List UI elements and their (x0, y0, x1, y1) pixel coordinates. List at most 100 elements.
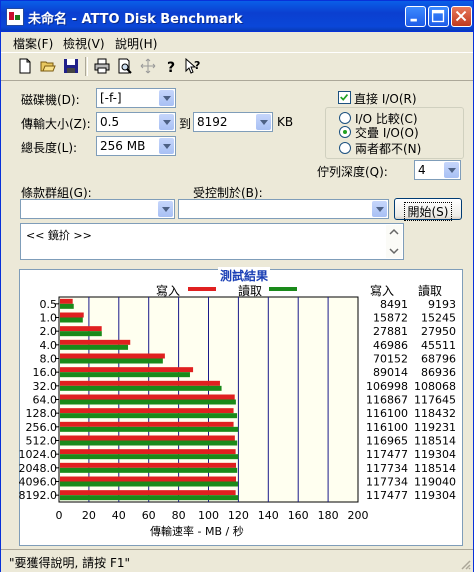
help-icon[interactable]: ? (163, 58, 179, 74)
minimize-button[interactable] (405, 6, 426, 27)
write-value-label: 116965 (366, 435, 408, 448)
x-tick-label: 200 (348, 509, 369, 522)
category-label: 512.0 (26, 435, 58, 448)
radio-overlap-io[interactable] (339, 126, 351, 138)
read-value-label: 68796 (421, 353, 456, 366)
bar-read (60, 344, 129, 350)
save-icon[interactable] (63, 58, 79, 74)
write-value-label: 106998 (366, 380, 408, 393)
close-button[interactable] (451, 6, 472, 27)
x-axis-label: 傳輸速率 - MB / 秒 (150, 525, 244, 538)
print-icon[interactable] (94, 58, 110, 74)
total-length-value: 256 MB (100, 139, 146, 153)
x-tick-label: 100 (198, 509, 219, 522)
bar-write (60, 435, 235, 441)
chevron-down-icon (159, 138, 174, 154)
total-length-select[interactable]: 256 MB (96, 136, 176, 156)
read-value-label: 119304 (414, 448, 456, 461)
transfer-to-label: 到 (179, 117, 192, 131)
category-label: 1.0 (40, 312, 58, 325)
move-icon[interactable] (140, 58, 156, 74)
radio-io-compare[interactable] (339, 112, 351, 124)
maximize-icon (431, 9, 445, 23)
app-icon (6, 8, 24, 26)
bar-read (60, 303, 74, 309)
read-value-label: 9193 (428, 298, 456, 311)
direct-io-label: 直接 I/O(R) (354, 92, 417, 106)
results-panel: 測試結果 寫入 讀取 寫入 讀取 0 20 40 60 80 100 120 140 160 18… (19, 267, 463, 546)
description-textarea[interactable]: << 鏡扴 >> (20, 223, 404, 260)
read-value-label: 15245 (421, 312, 456, 325)
open-icon[interactable] (40, 58, 56, 74)
checkmark-icon (340, 93, 349, 101)
x-tick-label: 80 (172, 509, 186, 522)
category-label: 4096.0 (19, 476, 57, 489)
read-value-label: 117645 (414, 394, 456, 407)
chevron-down-icon (444, 162, 459, 178)
bar-write (60, 312, 84, 318)
bar-write (60, 421, 234, 427)
bar-read (60, 495, 239, 501)
write-value-label: 15872 (373, 312, 408, 325)
transfer-from-value: 0.5 (100, 115, 120, 129)
main-window: 未命名 - ATTO Disk Benchmark 檔案(F) 檢視(V) 說明… (0, 0, 474, 572)
bar-read (60, 413, 238, 419)
bar-write (60, 408, 234, 414)
menu-view[interactable]: 檢視(V) (63, 35, 105, 52)
new-icon[interactable] (17, 58, 33, 74)
description-scrollbar[interactable] (386, 225, 402, 258)
queue-depth-select[interactable]: 4 (414, 160, 461, 180)
start-button-label: 開始(S) (403, 202, 453, 221)
svg-text:?: ? (194, 59, 200, 72)
category-label: 8192.0 (19, 489, 57, 502)
chevron-down-icon (372, 201, 387, 217)
menu-file[interactable]: 檔案(F) (13, 35, 53, 52)
minimize-icon (410, 18, 417, 22)
title-bar[interactable]: 未命名 - ATTO Disk Benchmark (1, 1, 473, 32)
category-label: 2.0 (40, 325, 58, 338)
read-value-label: 118432 (414, 407, 456, 420)
start-button[interactable]: 開始(S) (394, 198, 462, 221)
x-tick-label: 40 (112, 509, 126, 522)
bar-write (60, 380, 220, 386)
resize-grip-icon[interactable] (459, 558, 471, 570)
drive-select[interactable]: [-f-] (96, 88, 176, 108)
category-label: 16.0 (33, 366, 58, 379)
category-label: 128.0 (26, 407, 58, 420)
status-text: "要獲得說明, 請按 F1" (9, 556, 131, 570)
write-value-label: 117477 (366, 489, 408, 502)
read-value-label: 45511 (421, 339, 456, 352)
controlled-by-select[interactable] (178, 199, 389, 219)
transfer-to-value: 8192 (197, 115, 228, 129)
direct-io-checkbox[interactable] (338, 91, 351, 104)
menu-bar: 檔案(F) 檢視(V) 說明(H) (1, 32, 473, 51)
bar-write (60, 449, 236, 455)
group-select[interactable] (20, 199, 175, 219)
radio-neither[interactable] (339, 142, 351, 154)
toolbar: ? ? (1, 52, 473, 81)
bar-write (60, 353, 165, 359)
read-value-label: 27950 (421, 325, 456, 338)
window-title: 未命名 - ATTO Disk Benchmark (28, 12, 243, 27)
maximize-button[interactable] (428, 6, 449, 27)
transfer-size-label: 傳輸大小(Z): (21, 117, 91, 131)
read-value-label: 119304 (414, 489, 456, 502)
bar-write (60, 490, 236, 496)
print-preview-icon[interactable] (117, 58, 133, 74)
menu-help[interactable]: 說明(H) (115, 35, 157, 52)
transfer-from-select[interactable]: 0.5 (96, 112, 176, 132)
queue-depth-value: 4 (418, 163, 426, 177)
drive-label: 磁碟機(D): (21, 93, 80, 107)
bar-read (60, 440, 238, 446)
transfer-to-select[interactable]: 8192 (193, 112, 273, 132)
write-value-label: 70152 (373, 353, 408, 366)
x-tick-label: 60 (142, 509, 156, 522)
category-label: 2048.0 (19, 462, 57, 475)
bar-read (60, 399, 236, 405)
bar-write (60, 394, 235, 400)
bar-read (60, 372, 190, 378)
write-value-label: 117734 (366, 476, 408, 489)
bar-write (60, 462, 237, 468)
x-tick-label: 20 (82, 509, 96, 522)
context-help-icon[interactable]: ? (185, 58, 201, 74)
